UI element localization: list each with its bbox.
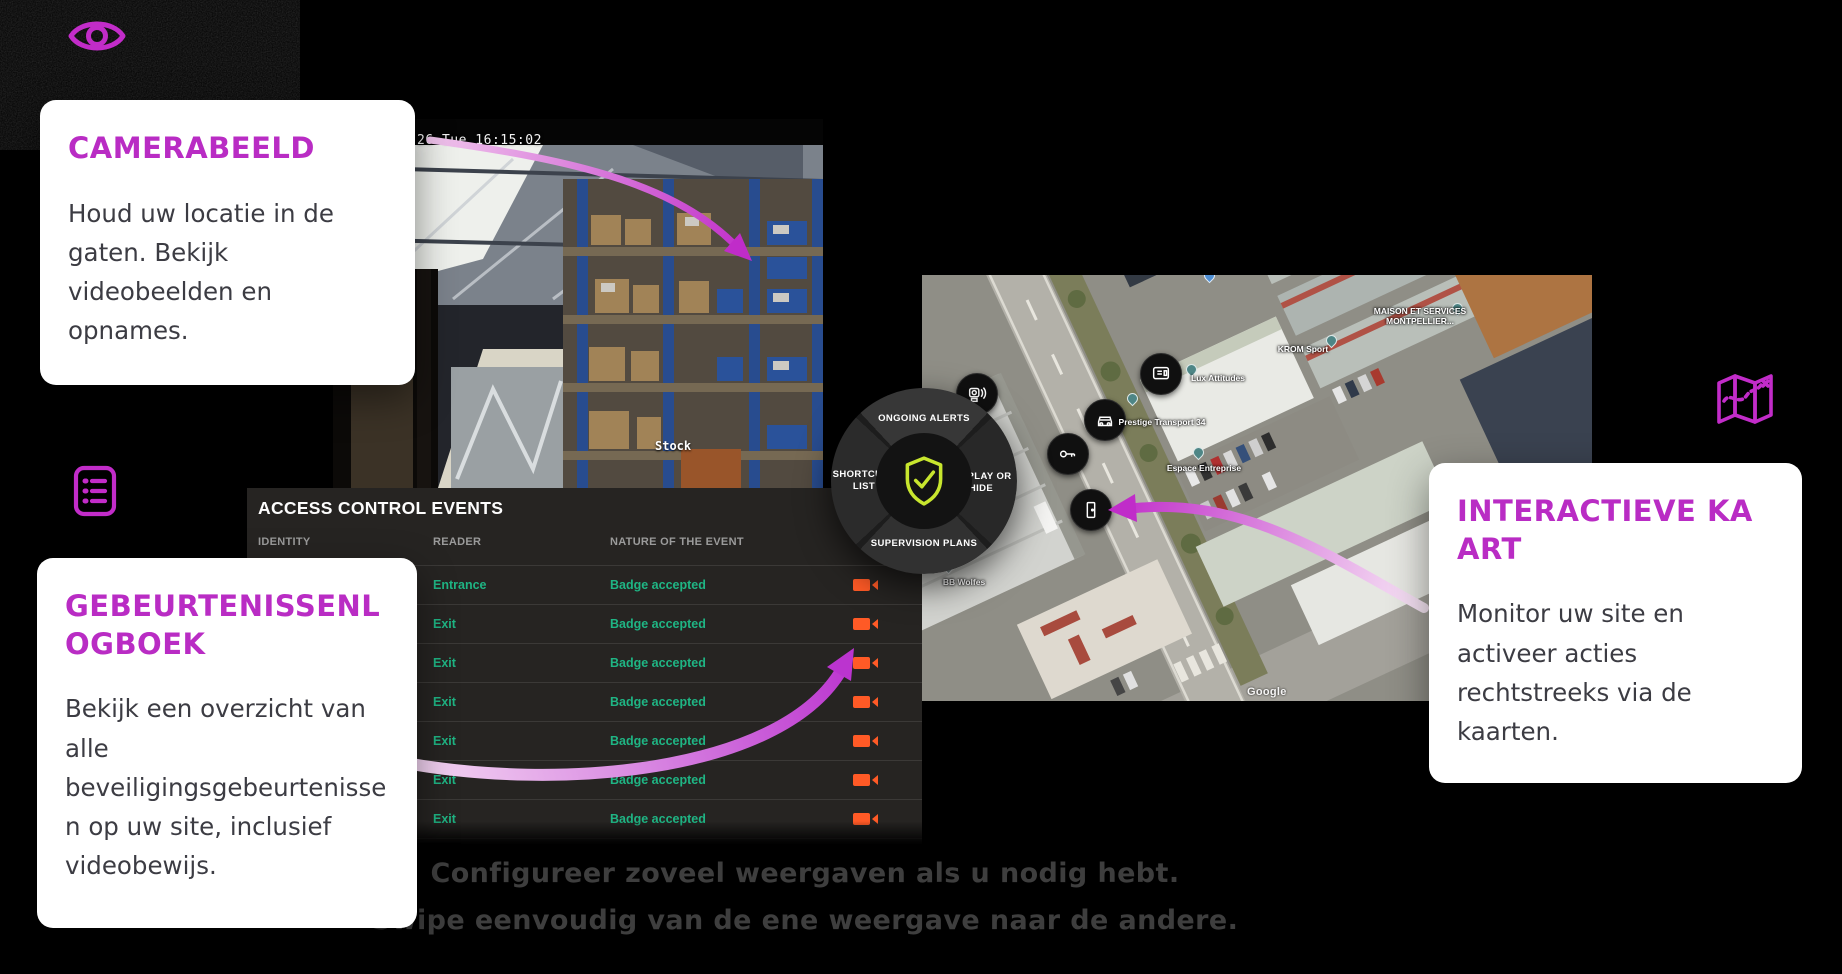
map-place-label: Prestige Transport 34 — [1119, 417, 1206, 427]
event-list-icon — [71, 464, 119, 523]
video-camera-icon[interactable] — [853, 657, 870, 669]
video-timestamp: 26 Tue 16:15:02 — [417, 133, 542, 148]
map-pin-icon[interactable] — [1202, 275, 1218, 283]
map-place-label: Espace Entreprise — [1167, 463, 1241, 473]
card-body: Bekijk een overzicht van alle beveiligin… — [65, 689, 389, 885]
radial-menu-supervision-plans[interactable]: SUPERVISION PLANS — [869, 538, 979, 550]
video-camera-icon[interactable] — [853, 579, 870, 591]
radial-menu-ongoing-alerts[interactable]: ONGOING ALERTS — [869, 413, 979, 425]
radial-menu-hub[interactable] — [876, 433, 972, 529]
map-pin-icon[interactable] — [1125, 391, 1141, 407]
card-gebeurtenissenlogboek: GEBEURTENISSENLOGBOEK Bekijk een overzic… — [37, 558, 417, 928]
video-stock-label: Stock — [655, 439, 691, 453]
card-title: GEBEURTENISSENLOGBOEK — [65, 588, 389, 663]
cell-nature: Badge accepted — [610, 617, 706, 631]
cell-reader: Exit — [433, 734, 456, 748]
radial-menu[interactable]: ONGOING ALERTS DISPLAY OR HIDE SUPERVISI… — [831, 388, 1017, 574]
video-camera-icon[interactable] — [853, 813, 870, 825]
cell-nature: Badge accepted — [610, 773, 706, 787]
video-camera-icon[interactable] — [853, 696, 870, 708]
column-identity: IDENTITY — [258, 536, 311, 548]
cell-reader: Exit — [433, 773, 456, 787]
map-pin-icon[interactable] — [1191, 445, 1207, 461]
card-camerabeeld: CAMERABEELD Houd uw locatie in de gaten.… — [40, 100, 415, 385]
video-camera-icon[interactable] — [853, 735, 870, 747]
cell-reader: Exit — [433, 812, 456, 826]
door-marker-icon[interactable] — [1070, 489, 1112, 531]
map-place-label: MAISON ET SERVICES MONTPELLIER... — [1374, 306, 1466, 326]
cell-reader: Exit — [433, 695, 456, 709]
cell-nature: Badge accepted — [610, 695, 706, 709]
video-camera-icon[interactable] — [853, 774, 870, 786]
column-nature: NATURE OF THE EVENT — [610, 536, 744, 548]
google-watermark: Google — [1247, 686, 1287, 698]
card-body: Monitor uw site en activeer acties recht… — [1457, 594, 1774, 751]
map-icon — [1711, 369, 1777, 432]
cell-reader: Entrance — [433, 578, 487, 592]
access-control-title: ACCESS CONTROL EVENTS — [258, 498, 503, 519]
cell-reader: Exit — [433, 617, 456, 631]
map-place-label: BB Wolfes — [943, 577, 985, 587]
screen-marker-icon[interactable] — [1140, 353, 1182, 395]
cell-reader: Exit — [433, 656, 456, 670]
cell-nature: Badge accepted — [610, 578, 706, 592]
page: 26 Tue 16:15:02 Stock ACCESS CONTROL EVE… — [0, 0, 1842, 974]
table-header-row: IDENTITY READER NATURE OF THE EVENT — [247, 530, 922, 556]
card-title: CAMERABEELD — [68, 130, 387, 168]
card-title: INTERACTIEVE KAART — [1457, 493, 1774, 568]
card-body: Houd uw locatie in de gaten. Bekijk vide… — [68, 194, 387, 351]
shield-check-icon — [901, 455, 947, 507]
key-marker-icon[interactable] — [1047, 433, 1089, 475]
card-interactieve-kaart: INTERACTIEVE KAART Monitor uw site en ac… — [1429, 463, 1802, 783]
cell-nature: Badge accepted — [610, 656, 706, 670]
eye-icon — [66, 12, 128, 65]
map-place-label: KROM Sport — [1278, 344, 1329, 354]
cell-nature: Badge accepted — [610, 734, 706, 748]
cell-nature: Badge accepted — [610, 812, 706, 826]
video-camera-icon[interactable] — [853, 618, 870, 630]
map-place-label: Lux Attitudes — [1191, 373, 1245, 383]
column-reader: READER — [433, 536, 481, 548]
